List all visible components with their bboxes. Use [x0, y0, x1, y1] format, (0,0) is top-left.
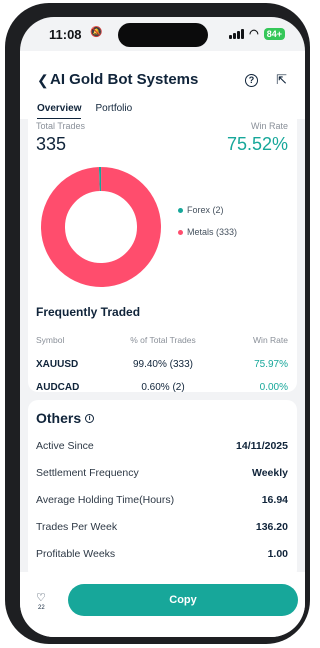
others-row-trades-per-week: Trades Per Week 136.20 — [36, 521, 288, 533]
others-heading: Others — [36, 410, 82, 426]
row-symbol: XAUUSD — [36, 359, 79, 370]
help-icon[interactable]: ? — [245, 74, 258, 87]
tab-overview[interactable]: Overview — [37, 103, 82, 120]
screen: 11:08 🔕 ◠ 84+ ❮ AI Gold Bot Systems ? ⇱ … — [20, 17, 305, 637]
row-win-rate: 75.97% — [254, 359, 288, 370]
others-row-profitable-weeks: Profitable Weeks 1.00 — [36, 548, 288, 560]
win-rate-value: 75.52% — [226, 134, 288, 154]
overview-card: Total Trades Win Rate 335 75.52% Forex (… — [28, 119, 297, 393]
donut-slice-metals — [40, 167, 161, 287]
col-pct: % of Total Trades — [130, 335, 196, 345]
others-heading-wrap: Others i — [36, 410, 95, 426]
copy-button[interactable]: Copy — [68, 584, 298, 616]
chart-legend: Forex (2) Metals (333) — [178, 205, 237, 249]
tab-bar: Overview Portfolio — [37, 103, 132, 120]
back-chevron-icon[interactable]: ❮ — [37, 72, 49, 89]
tab-portfolio[interactable]: Portfolio — [95, 103, 132, 120]
legend-label-metals: Metals (333) — [187, 227, 238, 237]
legend-label-forex: Forex (2) — [187, 205, 224, 215]
others-card: Others i Active Since 14/11/2025 Settlem… — [28, 400, 297, 580]
battery-indicator: 84+ — [263, 27, 285, 40]
others-label: Average Holding Time(Hours) — [36, 494, 175, 506]
donut-chart — [40, 167, 161, 287]
others-label: Profitable Weeks — [36, 548, 116, 560]
like-count: 22 — [38, 605, 45, 611]
others-row-active-since: Active Since 14/11/2025 — [36, 440, 288, 452]
row-pct: 99.40% (333) — [132, 359, 194, 370]
others-value: Weekly — [252, 467, 288, 479]
legend-item-metals: Metals (333) — [178, 227, 237, 237]
dynamic-island — [118, 23, 208, 47]
status-right: ◠ 84+ — [229, 27, 285, 40]
legend-item-forex: Forex (2) — [178, 205, 237, 215]
col-win-rate: Win Rate — [253, 335, 288, 345]
row-symbol: AUDCAD — [36, 382, 80, 393]
page-header: ❮ AI Gold Bot Systems ? ⇱ Overview Portf… — [20, 51, 305, 120]
others-label: Trades Per Week — [36, 521, 118, 533]
phone-frame: 11:08 🔕 ◠ 84+ ❮ AI Gold Bot Systems ? ⇱ … — [5, 3, 310, 644]
win-rate-label: Win Rate — [250, 121, 288, 131]
others-value: 136.20 — [255, 521, 288, 533]
row-win-rate: 0.00% — [259, 382, 288, 393]
page-title: AI Gold Bot Systems — [50, 71, 199, 88]
bell-muted-icon: 🔕 — [90, 27, 103, 38]
others-row-settlement: Settlement Frequency Weekly — [36, 467, 288, 479]
others-label: Settlement Frequency — [36, 467, 139, 479]
others-label: Active Since — [36, 440, 94, 452]
others-row-holding-time: Average Holding Time(Hours) 16.94 — [36, 494, 288, 506]
total-trades-label: Total Trades — [36, 121, 86, 131]
heart-icon[interactable]: ♡ — [36, 591, 46, 604]
others-value: 16.94 — [261, 494, 288, 506]
external-link-icon[interactable]: ⇱ — [276, 72, 287, 88]
total-trades-value: 335 — [36, 134, 67, 154]
col-symbol: Symbol — [36, 335, 65, 345]
wifi-icon: ◠ — [249, 28, 259, 40]
info-icon[interactable]: i — [85, 413, 95, 423]
cellular-signal-icon — [229, 28, 245, 39]
others-value: 14/11/2025 — [236, 440, 288, 452]
status-time: 11:08 — [49, 27, 82, 42]
legend-dot-metals — [178, 229, 183, 235]
bottom-action-bar: ♡ 22 Copy — [20, 572, 305, 637]
row-pct: 0.60% (2) — [141, 382, 185, 393]
legend-dot-forex — [178, 207, 183, 213]
others-value: 1.00 — [267, 548, 288, 560]
frequently-traded-heading: Frequently Traded — [36, 305, 141, 319]
